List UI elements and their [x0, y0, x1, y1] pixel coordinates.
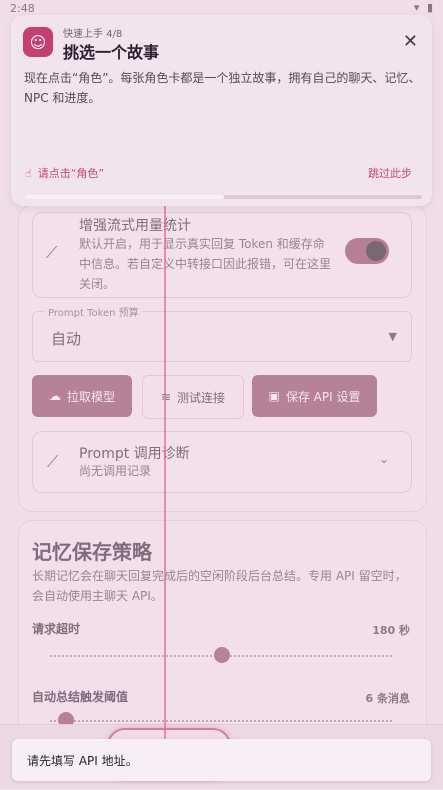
- tour-hint: ☝ 请点击“角色”: [25, 165, 104, 181]
- tour-description: 现在点击“角色”。每张角色卡都是一个独立故事，拥有自己的聊天、记忆、NPC 和进…: [24, 71, 421, 105]
- tour-card: ☺ 快速上手 4/8 挑选一个故事 ✕ 现在点击“角色”。每张角色卡都是一个独立…: [11, 15, 432, 206]
- tour-progress-bar: [25, 195, 422, 199]
- tour-progress-fill: [25, 195, 224, 199]
- skip-step-button[interactable]: 跳过此步: [368, 165, 412, 181]
- tour-step: 快速上手 4/8: [63, 29, 123, 40]
- tour-hint-text: 请点击“角色”: [37, 167, 105, 180]
- tap-hand-icon: ☝: [25, 166, 32, 180]
- tour-pointer-line: [164, 200, 166, 775]
- toast: 请先填写 API 地址。: [12, 739, 431, 781]
- tour-title: 挑选一个故事: [63, 43, 160, 62]
- app-mask-icon: ☺: [23, 27, 53, 57]
- toast-message: 请先填写 API 地址。: [27, 754, 138, 768]
- close-icon[interactable]: ✕: [403, 31, 418, 52]
